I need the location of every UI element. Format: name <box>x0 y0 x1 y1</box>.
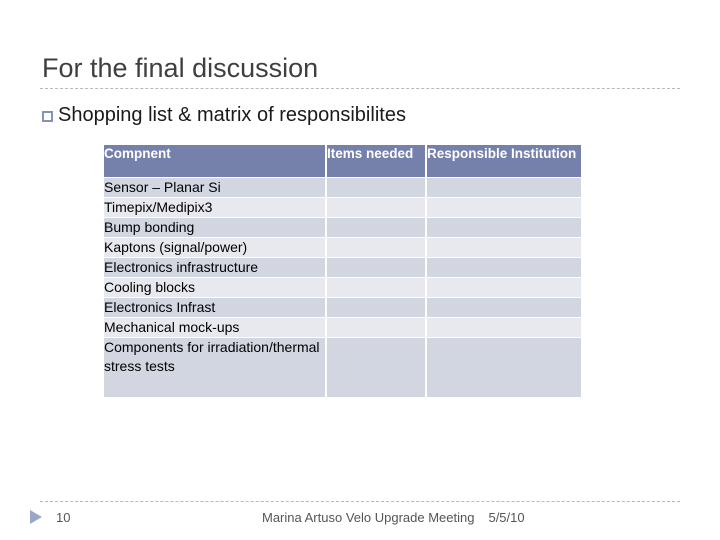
cell-component: Timepix/Medipix3 <box>104 198 325 217</box>
table-header-row: Compnent Items needed Responsible Instit… <box>104 145 581 177</box>
play-triangle-icon <box>30 510 42 524</box>
table-row: Sensor – Planar Si <box>104 178 581 197</box>
cell-component: Mechanical mock-ups <box>104 318 325 337</box>
table-row: Timepix/Medipix3 <box>104 198 581 217</box>
column-header-items-needed: Items needed <box>327 145 425 177</box>
cell-component: Components for irradiation/thermal stres… <box>104 338 325 397</box>
cell-component: Sensor – Planar Si <box>104 178 325 197</box>
cell-component: Bump bonding <box>104 218 325 237</box>
responsibility-matrix-table: Compnent Items needed Responsible Instit… <box>102 144 583 398</box>
footer-date: 5/5/10 <box>488 510 525 525</box>
cell-component: Kaptons (signal/power) <box>104 238 325 257</box>
cell-responsible-institution[interactable] <box>427 298 581 317</box>
cell-responsible-institution[interactable] <box>427 338 581 397</box>
table-row: Bump bonding <box>104 218 581 237</box>
table-body: Sensor – Planar Si Timepix/Medipix3 Bump… <box>104 178 581 397</box>
cell-items-needed[interactable] <box>327 278 425 297</box>
cell-component: Electronics Infrast <box>104 298 325 317</box>
cell-responsible-institution[interactable] <box>427 318 581 337</box>
cell-items-needed[interactable] <box>327 218 425 237</box>
table-row: Components for irradiation/thermal stres… <box>104 338 581 397</box>
footer-meeting-title: Marina Artuso Velo Upgrade Meeting <box>262 510 475 525</box>
slide-footer: 10 Marina Artuso Velo Upgrade Meeting 5/5… <box>0 504 720 534</box>
bullet-item-label: Shopping list & matrix of responsibilite… <box>58 104 406 126</box>
table-row: Electronics infrastructure <box>104 258 581 277</box>
table-row: Electronics Infrast <box>104 298 581 317</box>
title-divider <box>40 88 680 89</box>
slide-number: 10 <box>56 510 71 525</box>
cell-responsible-institution[interactable] <box>427 218 581 237</box>
cell-items-needed[interactable] <box>327 258 425 277</box>
cell-responsible-institution[interactable] <box>427 198 581 217</box>
cell-items-needed[interactable] <box>327 198 425 217</box>
cell-component: Cooling blocks <box>104 278 325 297</box>
cell-items-needed[interactable] <box>327 298 425 317</box>
cell-items-needed[interactable] <box>327 338 425 397</box>
column-header-responsible-institution: Responsible Institution <box>427 145 581 177</box>
footer-divider <box>40 501 680 502</box>
bullet-list-item: Shopping list & matrix of responsibilite… <box>42 103 406 127</box>
column-header-component: Compnent <box>104 145 325 177</box>
cell-component: Electronics infrastructure <box>104 258 325 277</box>
table-row: Kaptons (signal/power) <box>104 238 581 257</box>
table-row: Cooling blocks <box>104 278 581 297</box>
cell-responsible-institution[interactable] <box>427 238 581 257</box>
hollow-square-bullet-icon <box>42 110 53 122</box>
cell-items-needed[interactable] <box>327 178 425 197</box>
cell-responsible-institution[interactable] <box>427 278 581 297</box>
cell-items-needed[interactable] <box>327 238 425 257</box>
cell-items-needed[interactable] <box>327 318 425 337</box>
table-row: Mechanical mock-ups <box>104 318 581 337</box>
cell-responsible-institution[interactable] <box>427 258 581 277</box>
footer-text-group: Marina Artuso Velo Upgrade Meeting 5/5/10 <box>262 510 525 525</box>
page-title: For the final discussion <box>42 53 319 83</box>
cell-responsible-institution[interactable] <box>427 178 581 197</box>
